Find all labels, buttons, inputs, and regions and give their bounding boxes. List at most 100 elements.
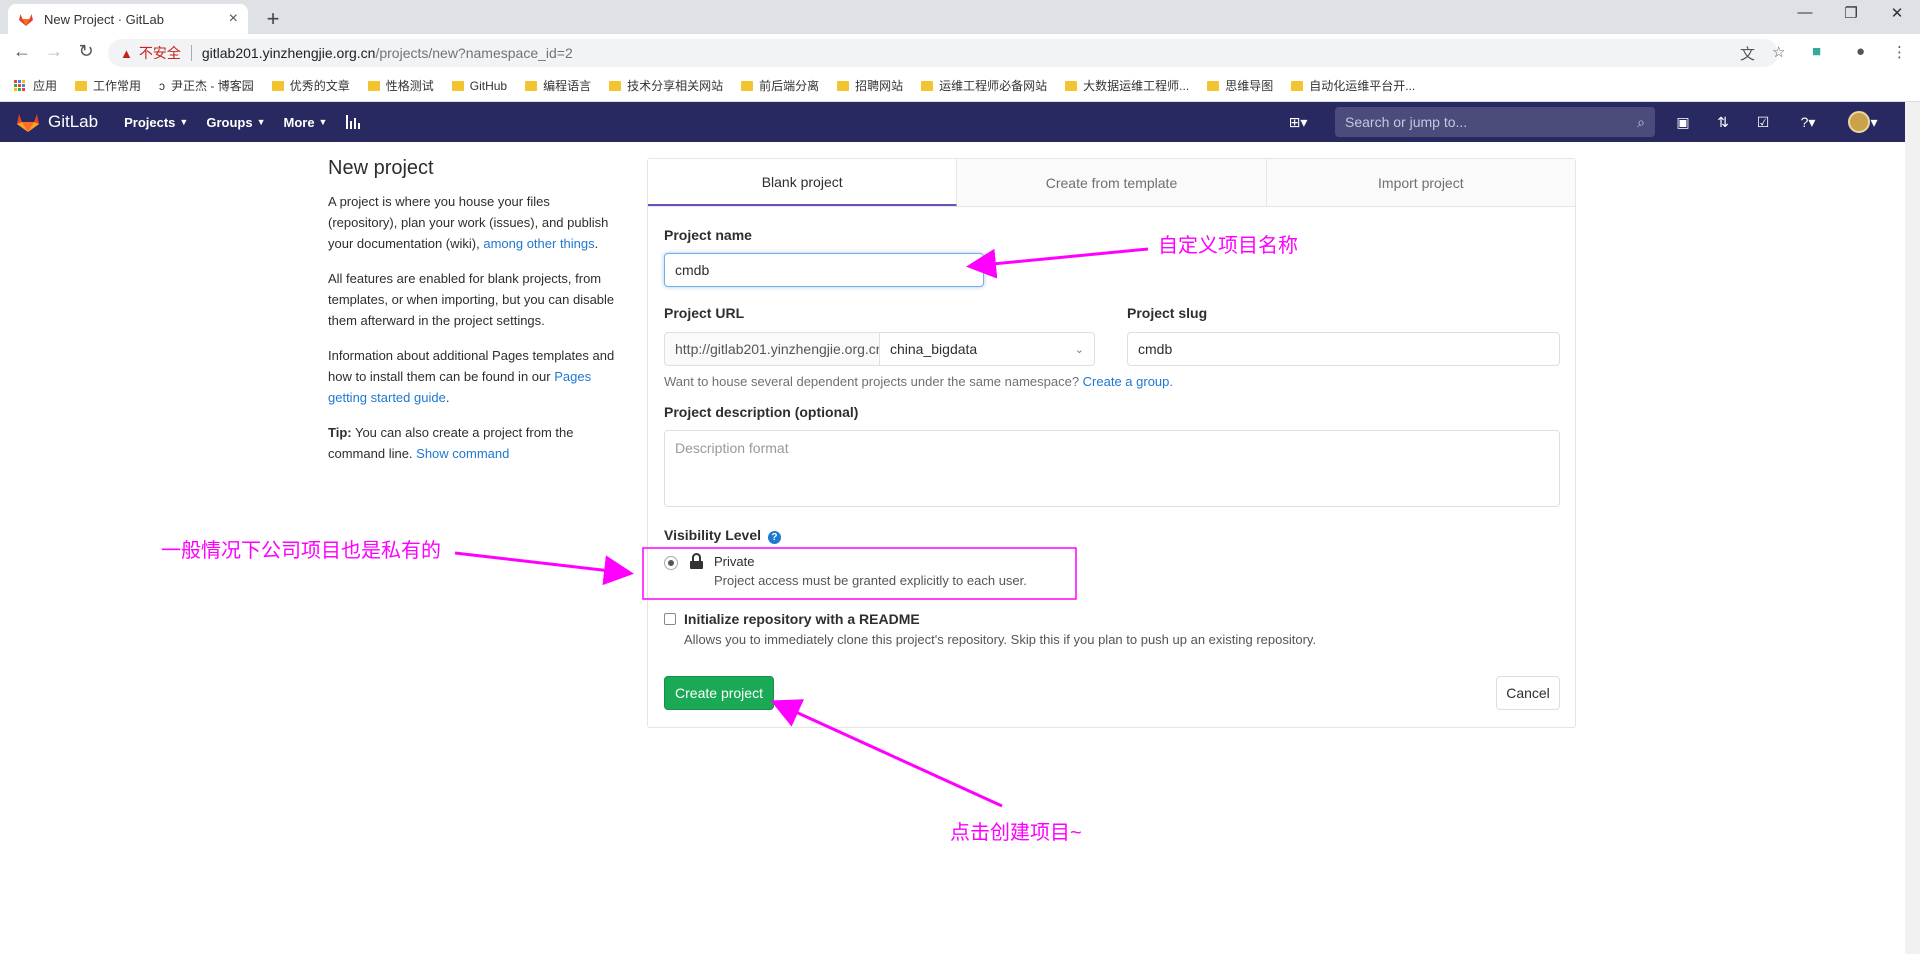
bookmark-item[interactable]: 技术分享相关网站 xyxy=(609,77,723,94)
projects-menu[interactable]: Projects ▼ xyxy=(124,115,188,130)
bookmark-item[interactable]: 自动化运维平台开... xyxy=(1291,77,1415,94)
bookmark-label: 招聘网站 xyxy=(855,79,904,93)
profile-icon[interactable]: ● xyxy=(1856,43,1865,60)
annotation-create: 点击创建项目~ xyxy=(950,822,1082,844)
new-project-panel: Blank project Create from template Impor… xyxy=(647,158,1576,728)
bookmark-label: GitHub xyxy=(469,78,508,93)
bookmark-item[interactable]: 运维工程师必备网站 xyxy=(921,77,1047,94)
extension-icon[interactable]: ■ xyxy=(1812,43,1821,60)
minimize-icon[interactable]: — xyxy=(1782,4,1828,21)
cancel-button[interactable]: Cancel xyxy=(1496,676,1560,710)
private-radio[interactable] xyxy=(664,556,678,570)
search-placeholder: Search or jump to... xyxy=(1345,114,1468,130)
folder-icon xyxy=(1207,80,1220,91)
merge-requests-icon[interactable]: ⇅ xyxy=(1713,112,1733,132)
bookmark-item[interactable]: 思维导图 xyxy=(1207,77,1273,94)
more-menu[interactable]: More ▼ xyxy=(283,115,327,130)
among-other-things-link[interactable]: among other things xyxy=(483,236,594,251)
bookmark-item[interactable]: 前后端分离 xyxy=(741,77,819,94)
forward-icon[interactable]: → xyxy=(42,41,66,62)
description-textarea[interactable]: Description format xyxy=(664,430,1560,507)
help-question-icon[interactable]: ? xyxy=(767,531,781,544)
todos-icon[interactable]: ☑ xyxy=(1753,112,1773,132)
project-name-input[interactable]: cmdb xyxy=(664,253,984,287)
menu-label: Groups xyxy=(206,114,253,130)
gitlab-favicon-icon xyxy=(19,14,33,26)
translate-icon[interactable]: 文 xyxy=(1740,43,1755,64)
bookmark-item[interactable]: 工作常用 xyxy=(75,77,141,94)
url-field[interactable]: ▲ 不安全 gitlab201.yinzhengjie.org.cn /proj… xyxy=(108,39,1778,67)
folder-icon xyxy=(609,80,622,91)
issues-icon[interactable]: ▣ xyxy=(1673,112,1693,132)
apps-grid-icon xyxy=(14,80,25,91)
folder-icon xyxy=(741,80,754,91)
gitlab-brand: GitLab xyxy=(48,112,99,131)
tab-close-icon[interactable]: × xyxy=(229,10,238,28)
security-label: 不安全 xyxy=(138,45,181,61)
bookmark-item[interactable]: 招聘网站 xyxy=(837,77,903,94)
bookmark-item[interactable]: 编程语言 xyxy=(525,77,591,94)
help-icon[interactable]: ?▾ xyxy=(1793,112,1823,132)
visibility-label-row: Visibility Level ? xyxy=(664,527,781,544)
arrow-to-private xyxy=(454,551,634,586)
url-path: /projects/new?namespace_id=2 xyxy=(375,45,573,61)
bookmark-item[interactable]: ↄ 尹正杰 - 博客园 xyxy=(159,77,254,94)
chevron-down-icon: ▼ xyxy=(256,117,266,127)
features-text: All features are enabled for blank proje… xyxy=(328,271,615,328)
namespace-value: china_bigdata xyxy=(890,341,978,357)
bookmark-item[interactable]: 优秀的文章 xyxy=(271,77,350,94)
bookmark-label: 自动化运维平台开... xyxy=(1309,79,1416,93)
bookmark-label: 应用 xyxy=(33,79,58,93)
gitlab-header: GitLab Projects ▼ Groups ▼ More ▼ ⊞▾ Search… xyxy=(0,102,1905,142)
bookmark-star-icon[interactable]: ☆ xyxy=(1772,43,1785,61)
tab-create-from-template[interactable]: Create from template xyxy=(957,159,1267,206)
avatar[interactable]: ▾ xyxy=(1843,111,1883,133)
gitlab-home-link[interactable]: GitLab xyxy=(16,111,98,133)
private-label: Private xyxy=(714,554,755,569)
search-input[interactable]: Search or jump to... ⌕ xyxy=(1335,107,1655,137)
tab-import-project[interactable]: Import project xyxy=(1267,159,1575,206)
back-icon[interactable]: ← xyxy=(10,41,34,62)
browser-menu-icon[interactable]: ⋮ xyxy=(1892,43,1907,61)
create-project-button[interactable]: Create project xyxy=(664,676,774,710)
folder-icon xyxy=(921,80,934,91)
maximize-icon[interactable]: ❐ xyxy=(1828,4,1874,22)
page-scrollbar[interactable] xyxy=(1905,102,1920,954)
create-group-link[interactable]: Create a group. xyxy=(1083,374,1173,389)
warning-icon: ▲ xyxy=(120,45,133,61)
groups-menu[interactable]: Groups ▼ xyxy=(206,115,265,130)
chevron-down-icon: ▼ xyxy=(179,117,189,127)
browser-tab[interactable]: New Project · GitLab × xyxy=(8,4,248,34)
bookmark-label: 前后端分离 xyxy=(759,79,820,93)
reload-icon[interactable]: ↻ xyxy=(74,41,98,62)
bookmark-label: 运维工程师必备网站 xyxy=(939,79,1048,93)
namespace-select[interactable]: china_bigdata ⌄ xyxy=(879,332,1095,366)
annotation-private: 一般情况下公司项目也是私有的 xyxy=(161,540,441,562)
address-bar-row: ← → ↻ ▲ 不安全 gitlab201.yinzhengjie.org.cn… xyxy=(0,34,1920,70)
sidebar-description: New project A project is where you house… xyxy=(328,158,618,478)
bookmark-label: 技术分享相关网站 xyxy=(627,79,724,93)
bookmark-label: 编程语言 xyxy=(543,79,592,93)
url-host: gitlab201.yinzhengjie.org.cn xyxy=(201,45,376,61)
readme-checkbox[interactable] xyxy=(664,613,676,625)
window-close-icon[interactable]: ✕ xyxy=(1874,4,1920,22)
url-separator xyxy=(190,45,192,61)
menu-label: More xyxy=(283,114,315,130)
blog-icon: ↄ xyxy=(159,78,166,93)
namespace-help-text: Want to house several dependent projects… xyxy=(664,374,1083,389)
readme-label: Initialize repository with a README xyxy=(684,611,920,627)
bookmark-item[interactable]: 大数据运维工程师... xyxy=(1065,77,1189,94)
page-title: New project xyxy=(328,157,434,179)
bookmark-item[interactable]: GitHub xyxy=(451,78,508,93)
tab-blank-project[interactable]: Blank project xyxy=(648,159,958,206)
folder-icon xyxy=(837,80,850,91)
project-slug-input[interactable]: cmdb xyxy=(1127,332,1560,366)
bookmark-apps[interactable]: 应用 xyxy=(14,77,57,94)
show-command-link[interactable]: Show command xyxy=(416,446,509,461)
search-icon: ⌕ xyxy=(1637,113,1645,130)
bookmark-item[interactable]: 性格测试 xyxy=(367,77,434,94)
new-tab-icon[interactable]: + xyxy=(260,6,286,32)
project-slug-label: Project slug xyxy=(1127,305,1208,321)
activity-chart-icon[interactable] xyxy=(345,115,361,129)
new-item-icon[interactable]: ⊞▾ xyxy=(1281,112,1315,132)
